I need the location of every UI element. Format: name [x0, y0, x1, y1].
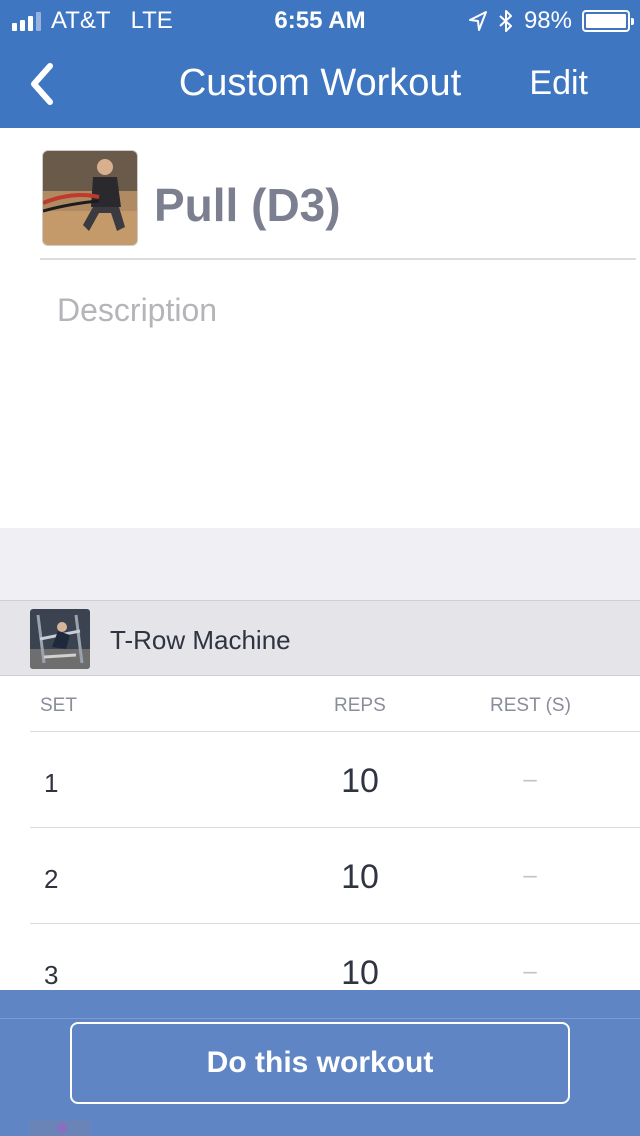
description-field[interactable]: Description — [57, 292, 217, 329]
workout-name[interactable]: Pull (D3) — [154, 178, 341, 232]
set-reps[interactable]: 10 — [310, 762, 410, 801]
exercise-name: T-Row Machine — [110, 625, 291, 655]
status-right: 98% — [468, 7, 634, 35]
set-rest[interactable]: – — [480, 766, 580, 794]
set-number: 2 — [44, 864, 59, 894]
set-reps[interactable]: 10 — [310, 954, 410, 993]
exercise-row[interactable]: T-Row Machine — [0, 600, 640, 676]
bluetooth-icon — [499, 10, 512, 32]
workout-thumbnail[interactable] — [42, 150, 138, 246]
location-arrow-icon — [468, 11, 487, 31]
set-reps[interactable]: 10 — [310, 858, 410, 897]
workout-photo-image — [43, 151, 137, 245]
exercise-photo-image — [30, 609, 90, 669]
battery-percent: 98% — [523, 7, 572, 34]
set-rest[interactable]: – — [480, 862, 580, 890]
next-exercise-thumbnail — [30, 1120, 90, 1136]
status-bar: AT&T LTE 6:55 AM 98% — [0, 0, 640, 40]
edit-button[interactable]: Edit — [529, 64, 588, 103]
set-number: 3 — [44, 960, 59, 990]
set-column-header: SET — [40, 695, 77, 716]
table-row[interactable]: 1 10 – — [30, 732, 640, 828]
reps-column-header: REPS — [334, 695, 386, 716]
bottom-action-bar: Do this workout — [0, 990, 640, 1136]
workout-header: Pull (D3) — [40, 148, 636, 260]
section-separator — [0, 528, 640, 601]
set-number: 1 — [44, 768, 59, 798]
do-this-workout-button[interactable]: Do this workout — [70, 1022, 570, 1104]
table-row[interactable]: 2 10 – — [30, 828, 640, 924]
exercise-thumbnail — [30, 609, 90, 669]
rest-column-header: REST (S) — [490, 695, 571, 716]
set-rest[interactable]: – — [480, 958, 580, 986]
battery-icon — [582, 10, 634, 32]
nav-bar: Custom Workout Edit — [0, 40, 640, 128]
bottom-divider — [0, 1018, 640, 1019]
table-header: SET REPS REST (S) — [30, 676, 640, 732]
app-header: AT&T LTE 6:55 AM 98% Custom Workout Edit — [0, 0, 640, 128]
sets-table: SET REPS REST (S) 1 10 – 2 10 – 3 10 – — [30, 676, 640, 1020]
